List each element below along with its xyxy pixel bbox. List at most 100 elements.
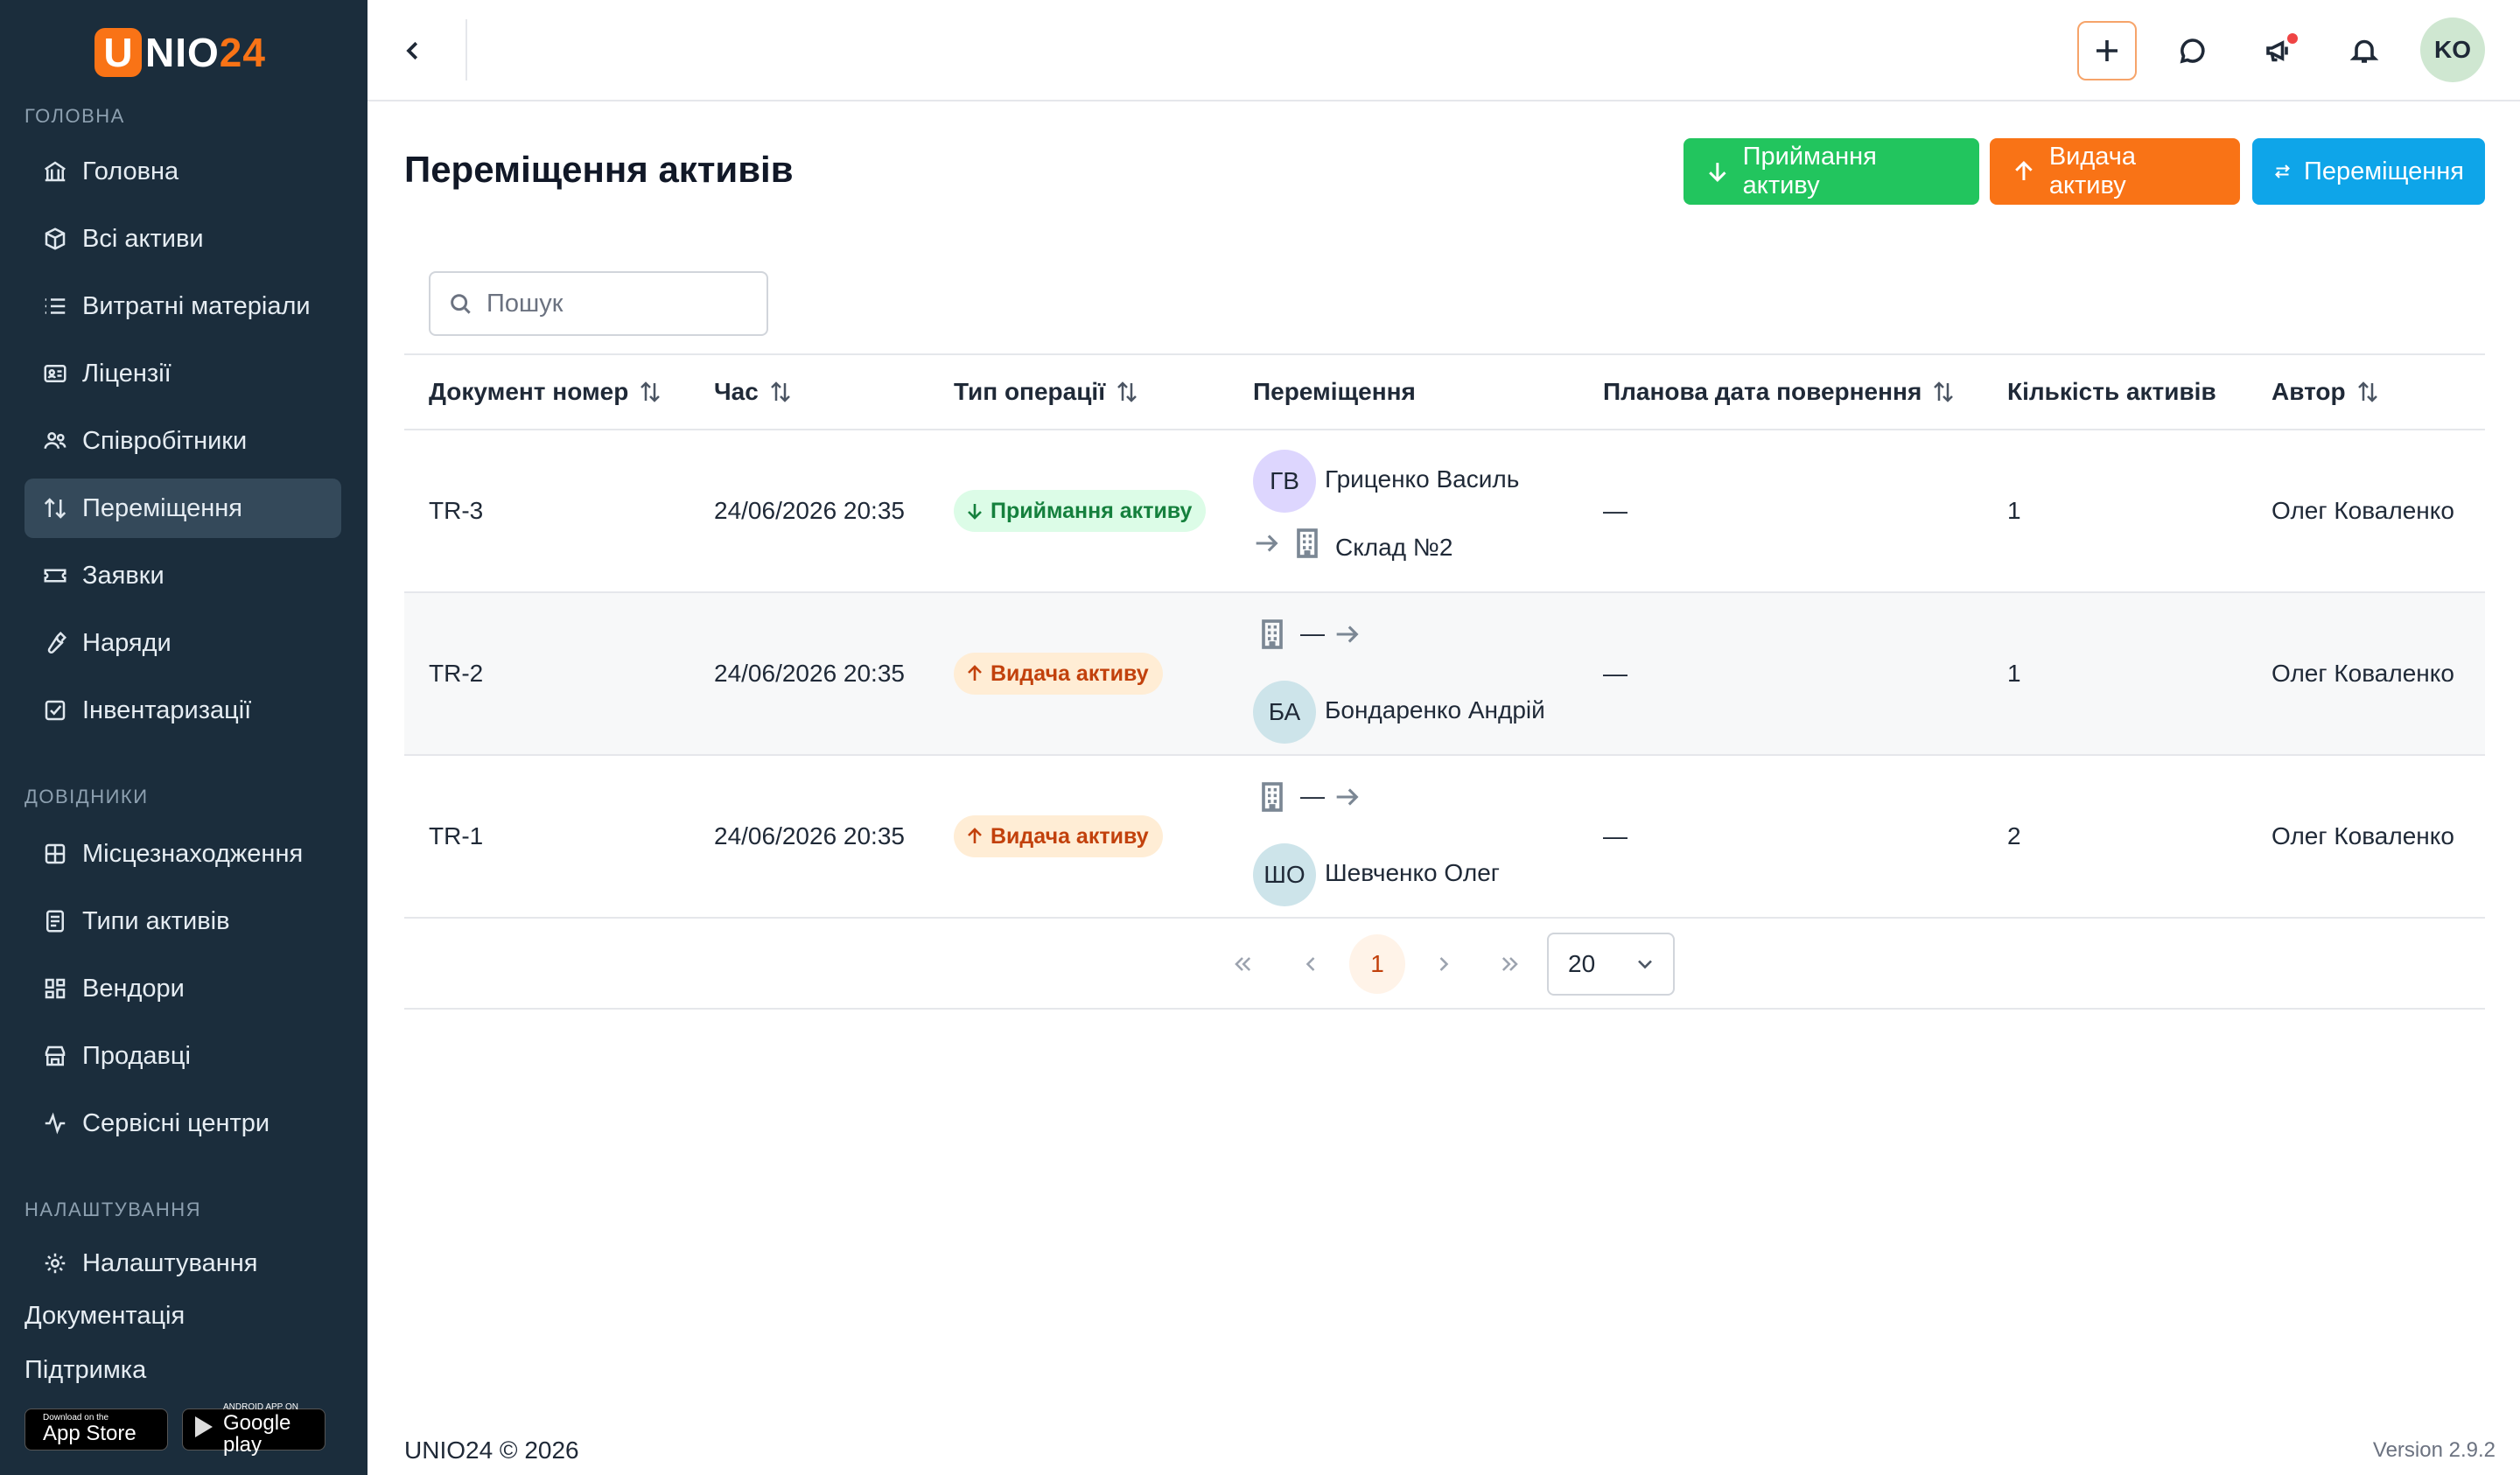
column-header-time[interactable]: Час xyxy=(714,378,794,406)
chat-button[interactable] xyxy=(2163,21,2222,80)
sidebar-item-transfers[interactable]: Переміщення xyxy=(24,479,341,538)
pagination: 1 20 xyxy=(404,919,2485,1010)
to-location-name[interactable]: Склад №2 xyxy=(1335,534,1452,562)
sort-icon xyxy=(1117,381,1137,402)
table-row[interactable]: TR-3 24/06/2026 20:35 Приймання активу Г… xyxy=(404,430,2485,593)
sidebar-item-sellers[interactable]: Продавці xyxy=(24,1026,341,1086)
search-input[interactable] xyxy=(486,289,749,318)
doc-number[interactable]: TR-1 xyxy=(429,822,483,850)
copyright: UNIO24 © 2026 xyxy=(404,1437,579,1464)
search-field[interactable] xyxy=(429,271,768,336)
support-link[interactable]: Підтримка xyxy=(24,1356,146,1385)
avatar: ШО xyxy=(1253,843,1316,906)
from-employee-name[interactable]: Гриценко Василь xyxy=(1325,465,1519,493)
page-title: Переміщення активів xyxy=(404,149,794,190)
sidebar-item-requests[interactable]: Заявки xyxy=(24,546,341,605)
status-badge: Видача активу xyxy=(954,815,1163,857)
sidebar-item-work-orders[interactable]: Наряди xyxy=(24,613,341,673)
announcements-button[interactable] xyxy=(2249,21,2308,80)
doc-number[interactable]: TR-2 xyxy=(429,660,483,688)
sidebar-item-label: Вендори xyxy=(82,974,185,1003)
chevrons-right-icon xyxy=(1502,957,1518,971)
time-cell: 24/06/2026 20:35 xyxy=(714,660,905,687)
back-button[interactable] xyxy=(394,31,432,70)
author-cell: Олег Коваленко xyxy=(2272,660,2454,687)
table-row[interactable]: TR-2 24/06/2026 20:35 Видача активу — БА… xyxy=(404,593,2485,756)
time-cell: 24/06/2026 20:35 xyxy=(714,822,905,849)
sidebar-item-label: Продавці xyxy=(82,1041,191,1070)
sidebar-item-assets[interactable]: Всі активи xyxy=(24,209,341,269)
page-size-select[interactable]: 20 xyxy=(1547,933,1675,996)
column-header-type[interactable]: Тип операції xyxy=(954,378,1140,406)
time-cell: 24/06/2026 20:35 xyxy=(714,497,905,524)
sidebar-item-vendors[interactable]: Вендори xyxy=(24,959,341,1018)
column-header-author[interactable]: Автор xyxy=(2272,378,2381,406)
transfer-button[interactable]: Переміщення xyxy=(2252,138,2485,205)
settings-scroll-clip: Налаштування xyxy=(0,1235,368,1277)
author-cell: Олег Коваленко xyxy=(2272,497,2454,524)
column-header-doc[interactable]: Документ номер xyxy=(429,378,663,406)
from-location-name: — xyxy=(1300,782,1325,809)
play-icon xyxy=(193,1415,216,1444)
section-title-references: ДОВІДНИКИ xyxy=(24,786,149,807)
building-icon xyxy=(1290,525,1325,566)
logo-mark: U xyxy=(94,28,142,77)
asset-count-cell: 1 xyxy=(2007,497,2021,524)
arrow-up-icon xyxy=(968,665,982,681)
box-icon xyxy=(40,224,70,254)
plus-icon xyxy=(2096,40,2118,61)
arrow-up-icon xyxy=(968,828,982,843)
sidebar-item-locations[interactable]: Місцезнаходження xyxy=(24,824,341,884)
logo-text: NIO24 xyxy=(145,30,266,75)
logo[interactable]: U NIO24 xyxy=(94,26,266,79)
user-avatar[interactable]: KO xyxy=(2420,17,2485,82)
arrow-down-icon xyxy=(1709,163,1726,182)
building-icon xyxy=(1255,779,1290,820)
prev-page-button[interactable] xyxy=(1283,934,1339,994)
to-employee-name[interactable]: Шевченко Олег xyxy=(1325,859,1500,887)
sidebar: U NIO24 ГОЛОВНА Головна Всі активи Витра… xyxy=(0,0,368,1475)
arrow-up-icon xyxy=(2015,160,2033,180)
notifications-button[interactable] xyxy=(2334,21,2394,80)
sidebar-item-home[interactable]: Головна xyxy=(24,142,341,201)
sidebar-item-consumables[interactable]: Витратні матеріали xyxy=(24,276,341,336)
return-date-cell: — xyxy=(1603,822,1628,849)
receive-asset-button[interactable]: Приймання активу xyxy=(1684,138,1979,205)
next-page-button[interactable] xyxy=(1416,934,1472,994)
sidebar-item-service-centers[interactable]: Сервісні центри xyxy=(24,1094,341,1153)
sidebar-item-label: Переміщення xyxy=(82,493,243,522)
page-button-current[interactable]: 1 xyxy=(1349,934,1405,994)
table-row[interactable]: TR-1 24/06/2026 20:35 Видача активу — ШО… xyxy=(404,756,2485,919)
store-icon xyxy=(40,1041,70,1071)
author-cell: Олег Коваленко xyxy=(2272,822,2454,849)
ticket-icon xyxy=(40,561,70,591)
asset-count-cell: 2 xyxy=(2007,822,2021,849)
issue-asset-button[interactable]: Видача активу xyxy=(1990,138,2240,205)
return-date-cell: — xyxy=(1603,497,1628,524)
to-employee-name[interactable]: Бондаренко Андрій xyxy=(1325,696,1545,724)
return-date-cell: — xyxy=(1603,660,1628,687)
documentation-link[interactable]: Документація xyxy=(24,1302,185,1331)
sidebar-item-label: Витратні матеріали xyxy=(82,291,311,320)
sidebar-item-licenses[interactable]: Ліцензії xyxy=(24,344,341,403)
arrow-right-icon xyxy=(1251,528,1281,563)
sidebar-item-settings[interactable]: Налаштування xyxy=(24,1235,341,1277)
sort-icon xyxy=(640,381,661,402)
add-button[interactable] xyxy=(2077,21,2137,80)
chevron-right-icon xyxy=(1439,957,1449,971)
sidebar-item-employees[interactable]: Співробітники xyxy=(24,411,341,471)
list-icon xyxy=(40,291,70,321)
wrench-icon xyxy=(40,628,70,658)
last-page-button[interactable] xyxy=(1482,934,1538,994)
doc-number[interactable]: TR-3 xyxy=(429,497,483,525)
column-header-return-date[interactable]: Планова дата повернення xyxy=(1603,378,1956,406)
sidebar-item-inventories[interactable]: Інвентаризації xyxy=(24,681,341,740)
app-store-badge[interactable]: Download on the App Store xyxy=(24,1409,168,1451)
google-play-badge[interactable]: ANDROID APP ON Google play xyxy=(182,1402,326,1456)
swap-icon xyxy=(2275,164,2290,178)
status-badge: Видача активу xyxy=(954,653,1163,695)
chevron-left-icon xyxy=(406,41,418,60)
sidebar-item-asset-types[interactable]: Типи активів xyxy=(24,891,341,951)
sidebar-item-label: Налаштування xyxy=(82,1248,258,1277)
first-page-button[interactable] xyxy=(1214,934,1270,994)
